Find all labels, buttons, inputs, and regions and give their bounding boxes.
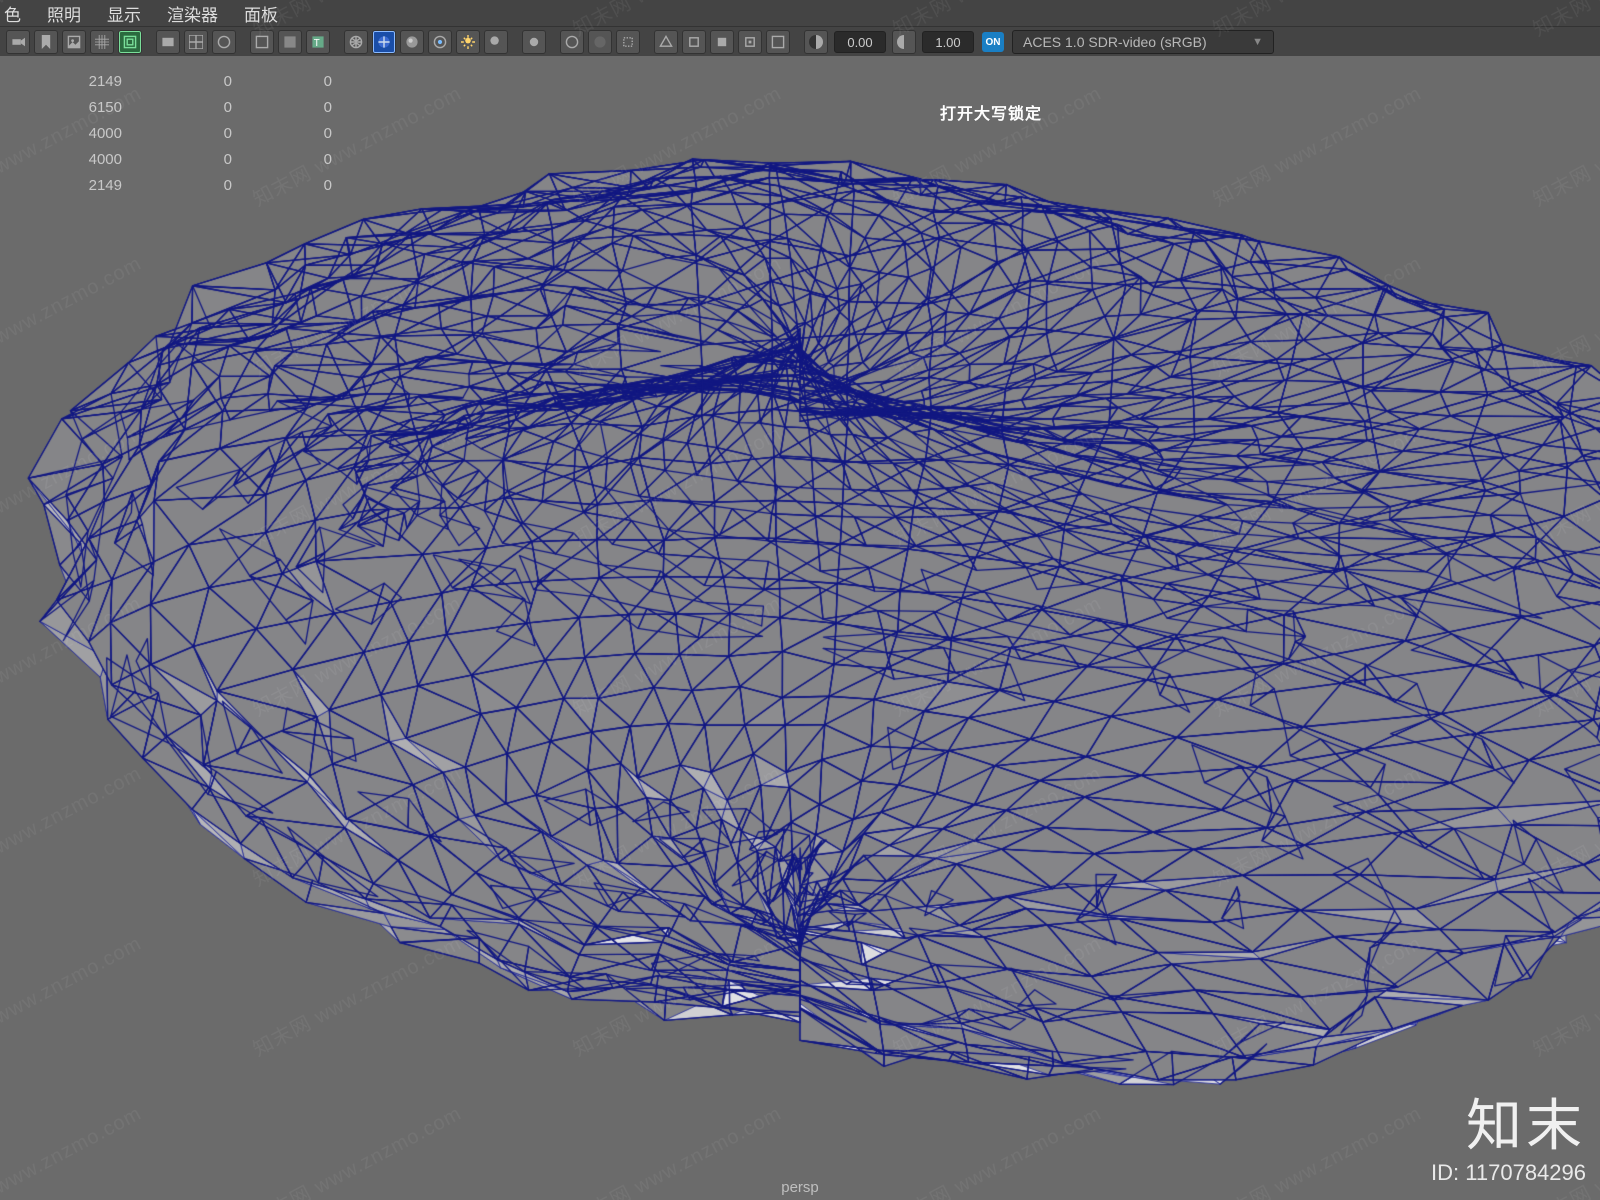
stats-row: 400000 <box>32 146 332 172</box>
viewport-canvas[interactable] <box>0 56 1600 1200</box>
exposure-field[interactable]: 0.00 <box>834 31 886 53</box>
use-all-lights-button[interactable] <box>428 30 452 54</box>
default-material-button[interactable] <box>654 30 678 54</box>
menu-lighting[interactable]: 照明 <box>47 1 81 26</box>
viewport-persp[interactable]: persp <box>0 56 1600 1200</box>
chevron-down-icon: ▼ <box>1252 36 1263 48</box>
field-chart-button[interactable] <box>184 30 208 54</box>
multisample-aa-button[interactable] <box>738 30 762 54</box>
brand-overlay: 知末 ID: 1170784296 <box>1431 1098 1586 1186</box>
textured-button[interactable]: T <box>306 30 330 54</box>
wireframe-shading-button[interactable] <box>250 30 274 54</box>
depth-of-field-button[interactable] <box>766 30 790 54</box>
image-plane-button[interactable] <box>62 30 86 54</box>
isolate-select-button[interactable] <box>522 30 546 54</box>
svg-text:T: T <box>314 38 320 49</box>
textured-shaded-button[interactable] <box>400 30 424 54</box>
motion-blur-button[interactable] <box>710 30 734 54</box>
wireframe-on-shaded-button[interactable] <box>372 30 396 54</box>
brand-id: ID: 1170784296 <box>1431 1160 1586 1186</box>
menu-renderer[interactable]: 渲染器 <box>167 1 218 26</box>
stats-row: 400000 <box>32 120 332 146</box>
xray-button[interactable] <box>560 30 584 54</box>
panel-toolbar: T 0.00 1.00 ON ACES 1.0 SDR-video (sRGB)… <box>0 26 1600 57</box>
lights-button[interactable] <box>456 30 480 54</box>
shadows-button[interactable] <box>484 30 508 54</box>
wireframe-icon[interactable] <box>344 30 368 54</box>
brand-name: 知末 <box>1431 1098 1586 1154</box>
film-gate-button[interactable] <box>118 30 142 54</box>
stats-row: 615000 <box>32 94 332 120</box>
xray-joints-button[interactable] <box>588 30 612 54</box>
view-transform-label: ACES 1.0 SDR-video (sRGB) <box>1023 34 1207 50</box>
caps-lock-warning: 打开大写锁定 <box>940 100 1042 124</box>
camera-label: persp <box>781 1179 819 1196</box>
gate-mask-button[interactable] <box>156 30 180 54</box>
safe-action-button[interactable] <box>212 30 236 54</box>
view-transform-dropdown[interactable]: ACES 1.0 SDR-video (sRGB) ▼ <box>1012 30 1274 54</box>
bookmark-button[interactable] <box>34 30 58 54</box>
stats-row: 214900 <box>32 68 332 94</box>
stats-row: 214900 <box>32 172 332 198</box>
exposure-icon[interactable] <box>804 30 828 54</box>
color-management-toggle[interactable]: ON <box>982 32 1004 52</box>
xray-active-button[interactable] <box>616 30 640 54</box>
menu-panels[interactable]: 面板 <box>244 1 278 26</box>
gamma-field[interactable]: 1.00 <box>922 31 974 53</box>
grid-button[interactable] <box>90 30 114 54</box>
screen-space-ao-button[interactable] <box>682 30 706 54</box>
select-camera-button[interactable] <box>6 30 30 54</box>
smooth-shade-button[interactable] <box>278 30 302 54</box>
menu-shading[interactable]: 色 <box>4 1 21 26</box>
menu-show[interactable]: 显示 <box>107 1 141 26</box>
heads-up-display-stats: 214900 615000 400000 400000 214900 <box>32 68 332 198</box>
panel-menu-bar[interactable]: 色 照明 显示 渲染器 面板 <box>0 0 1600 26</box>
gamma-icon[interactable] <box>892 30 916 54</box>
